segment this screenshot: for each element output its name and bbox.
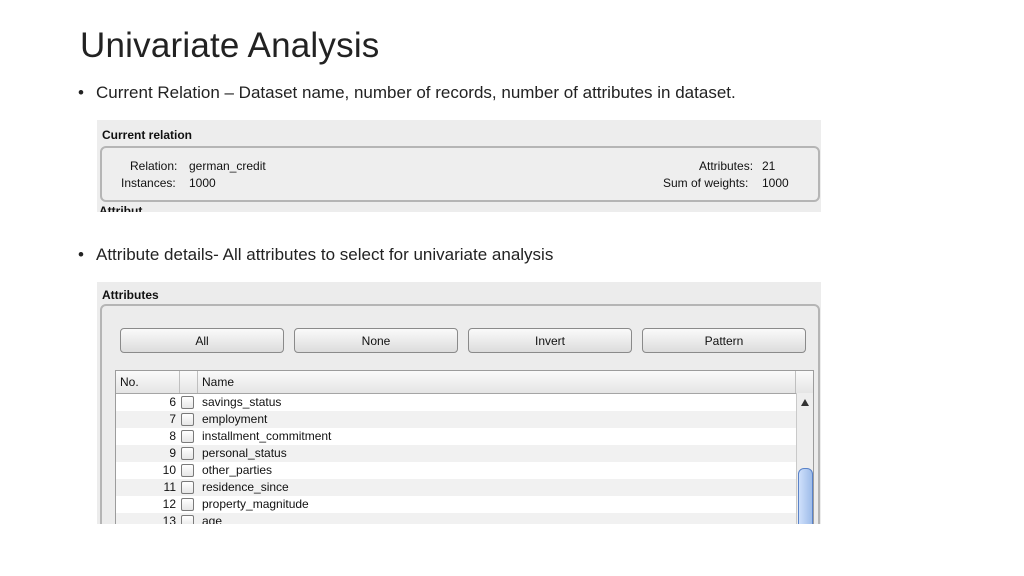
row-number: 10 [162,463,176,477]
attribute-name: installment_commitment [202,429,332,443]
current-relation-heading: Current relation [102,128,193,142]
attribute-name: property_magnitude [202,497,309,511]
sum-of-weights-value: 1000 [762,176,789,190]
checkbox-icon[interactable] [181,515,194,524]
instances-label: Instances: [121,176,176,190]
table-row[interactable]: 11 residence_since [116,479,796,496]
table-row[interactable]: 13 age [116,513,796,524]
row-number: 13 [162,514,176,524]
table-header: No. Name [116,371,813,394]
current-relation-box: Relation: german_credit Instances: 1000 … [100,146,820,202]
bullet-text: Attribute details- All attributes to sel… [96,245,554,264]
checkbox-icon[interactable] [181,430,194,443]
pattern-button[interactable]: Pattern [642,328,806,353]
column-header-no[interactable]: No. [116,371,180,393]
attributes-table: No. Name 6 savings_status 7 employment 8… [115,370,814,524]
attribute-name: age [202,514,223,524]
checkbox-icon[interactable] [181,413,194,426]
slide-title: Univariate Analysis [80,26,380,65]
row-number: 8 [169,429,176,443]
checkbox-icon[interactable] [181,396,194,409]
column-header-select[interactable] [180,371,198,393]
checkbox-icon[interactable] [181,447,194,460]
checkbox-icon[interactable] [181,498,194,511]
bullet-attribute-details: • Attribute details- All attributes to se… [78,245,553,265]
attribute-name: personal_status [202,446,287,460]
bullet-current-relation: • Current Relation – Dataset name, number… [78,83,736,103]
table-row[interactable]: 6 savings_status [116,394,796,411]
select-all-button[interactable]: All [120,328,284,353]
row-number: 7 [169,412,176,426]
current-relation-panel: Current relation Relation: german_credit… [97,120,821,212]
column-header-name[interactable]: Name [198,371,796,393]
attributes-count-label: Attributes: [699,159,754,173]
scrollbar-thumb[interactable] [798,468,813,524]
relation-value: german_credit [189,159,266,173]
select-none-button[interactable]: None [294,328,458,353]
table-row[interactable]: 7 employment [116,411,796,428]
table-row[interactable]: 10 other_parties [116,462,796,479]
checkbox-icon[interactable] [181,464,194,477]
bullet-icon: • [78,245,84,264]
attributes-count-value: 21 [762,159,776,173]
table-row[interactable]: 9 personal_status [116,445,796,462]
bullet-text: Current Relation – Dataset name, number … [96,83,736,102]
table-row[interactable]: 8 installment_commitment [116,428,796,445]
table-row[interactable]: 12 property_magnitude [116,496,796,513]
row-number: 6 [169,395,176,409]
attributes-heading: Attributes [102,288,159,302]
scroll-up-arrow-icon[interactable] [801,399,809,406]
attributes-heading-cutoff: Attribut [99,204,143,212]
attribute-name: employment [202,412,268,426]
row-number: 12 [162,497,176,511]
row-number: 11 [163,480,176,494]
row-number: 9 [169,446,176,460]
invert-selection-button[interactable]: Invert [468,328,632,353]
attribute-name: residence_since [202,480,289,494]
attribute-name: savings_status [202,395,282,409]
sum-of-weights-label: Sum of weights: [663,176,749,190]
attributes-panel: Attributes All None Invert Pattern No. N… [97,282,821,524]
checkbox-icon[interactable] [181,481,194,494]
relation-label: Relation: [130,159,178,173]
instances-value: 1000 [189,176,216,190]
bullet-icon: • [78,83,84,102]
attribute-name: other_parties [202,463,273,477]
vertical-scrollbar[interactable] [796,393,813,524]
